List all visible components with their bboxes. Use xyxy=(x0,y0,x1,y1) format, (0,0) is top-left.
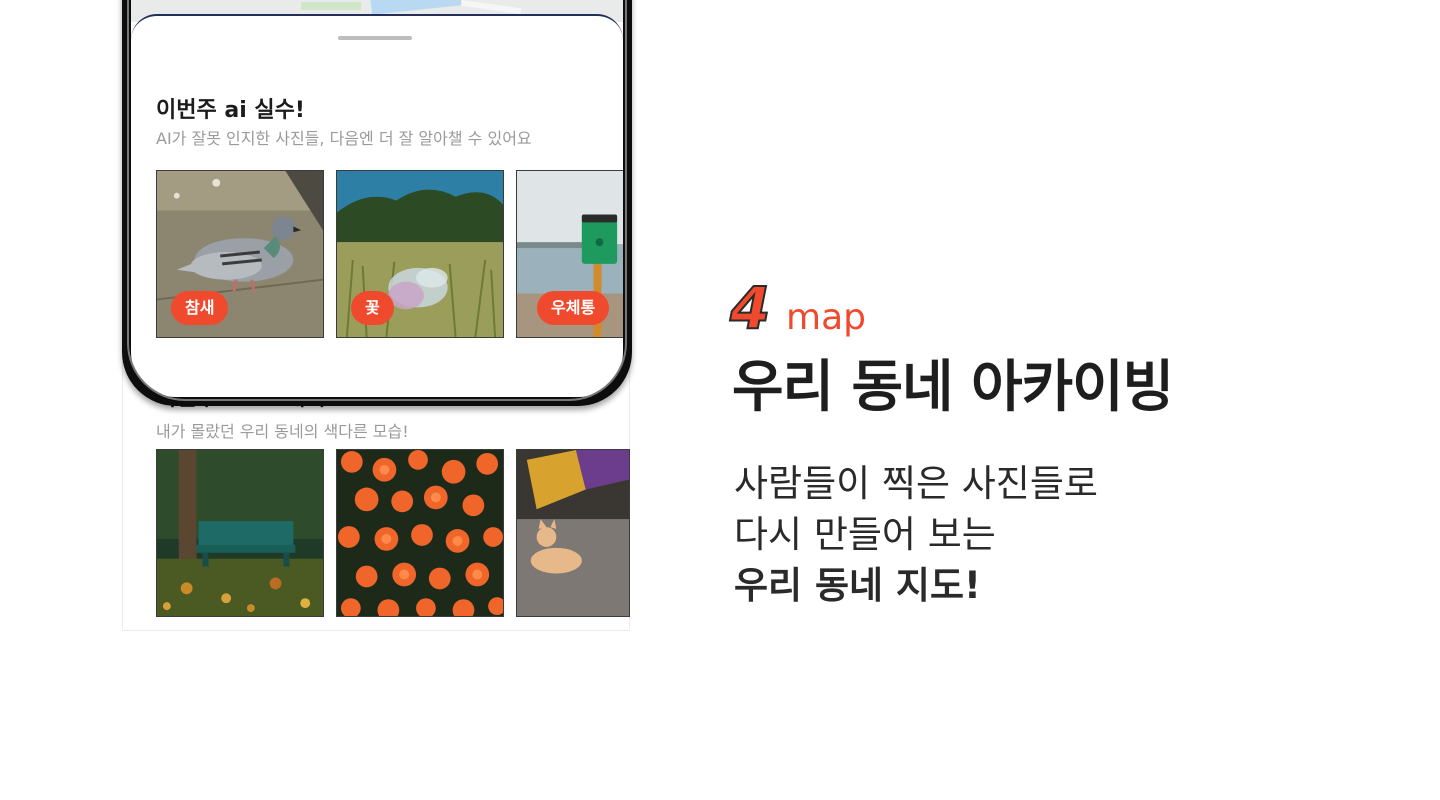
feature-description-line: 사람들이 찍은 사진들로 xyxy=(734,462,1098,505)
photo-cat[interactable] xyxy=(516,449,630,617)
feature-description-line: 다시 만들어 보는 xyxy=(734,513,996,556)
feature-number: 4 xyxy=(729,274,771,342)
section-photography-subtitle: 내가 몰랐던 우리 동네의 색다른 모습! xyxy=(156,422,409,441)
feature-description-line: 우리 동네 지도! xyxy=(734,564,981,607)
feature-description: 사람들이 찍은 사진들로 다시 만들어 보는 우리 동네 지도! xyxy=(734,458,1098,611)
phone-frame xyxy=(122,0,632,406)
feature-tag: map xyxy=(786,297,866,338)
photo-park-bench[interactable] xyxy=(156,449,324,617)
feature-title: 우리 동네 아카이빙 xyxy=(732,355,1174,420)
photo-orange-flowers[interactable] xyxy=(336,449,504,617)
